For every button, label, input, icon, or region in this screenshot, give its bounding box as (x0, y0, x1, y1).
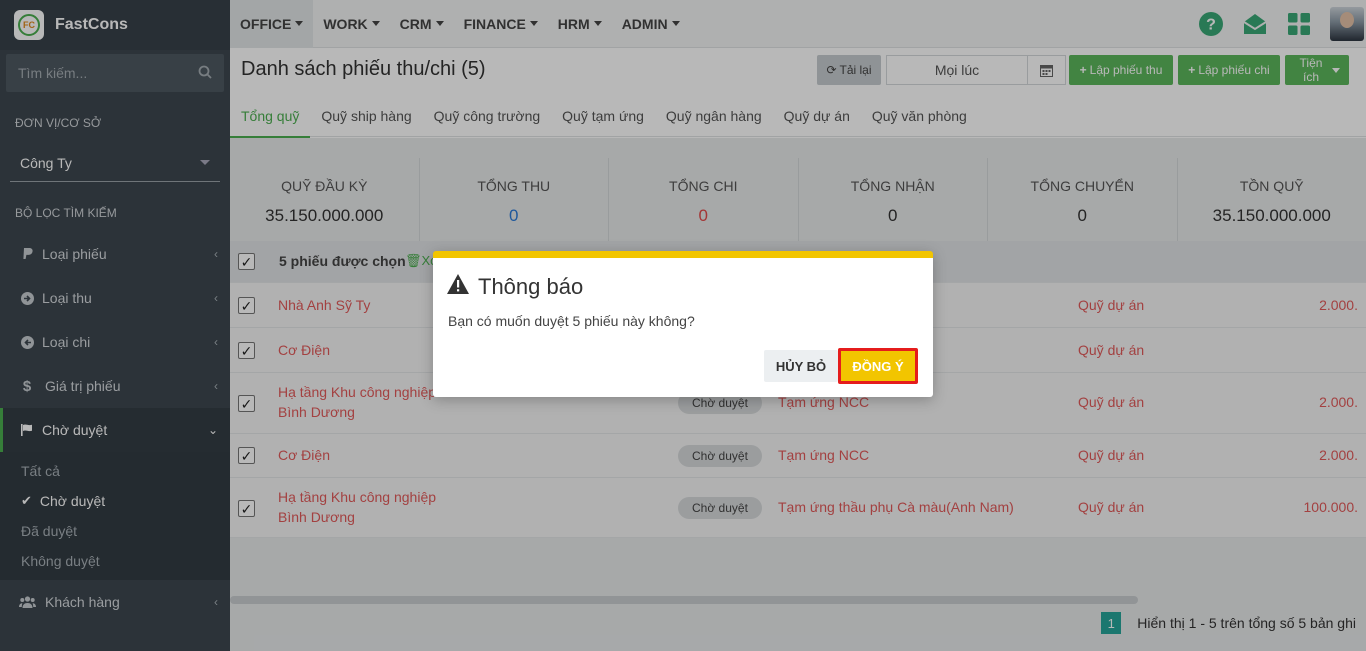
dialog-message: Bạn có muốn duyệt 5 phiếu này không? (448, 313, 695, 329)
warning-icon (447, 274, 469, 300)
dialog-title-text: Thông báo (478, 274, 584, 299)
confirm-button[interactable]: ĐỒNG Ý (838, 348, 918, 384)
confirm-dialog: Thông báo Bạn có muốn duyệt 5 phiếu này … (433, 251, 933, 397)
dialog-title: Thông báo (447, 274, 583, 300)
cancel-button[interactable]: HỦY BỎ (764, 350, 838, 382)
